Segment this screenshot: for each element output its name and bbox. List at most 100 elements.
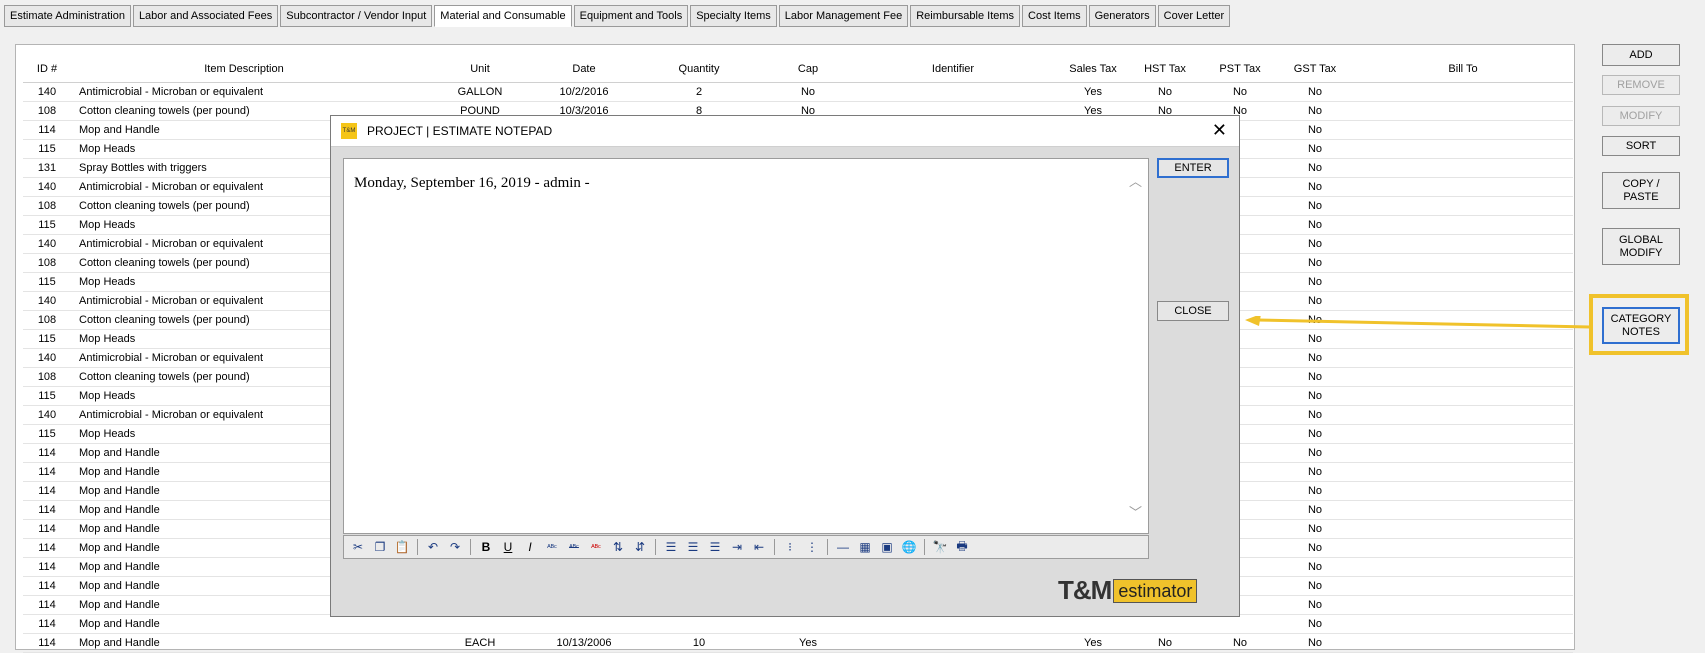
col-cap-header[interactable]: Cap	[783, 56, 833, 82]
cell-gst-tax: No	[1307, 637, 1323, 649]
cell-gst-tax: No	[1307, 371, 1323, 383]
notepad-dialog: T&M PROJECT | ESTIMATE NOTEPAD ✕ Monday,…	[330, 115, 1240, 617]
brand-logo-tm: T&M	[1058, 575, 1112, 605]
cell-date: 10/13/2006	[556, 637, 612, 649]
align-left-icon[interactable]: ☰	[661, 537, 681, 557]
category-notes-label-line1: CATEGORY	[1610, 312, 1672, 325]
strikethrough-icon[interactable]: ᴬᴮᶜ	[564, 537, 584, 557]
cell-gst-tax: No	[1307, 618, 1323, 630]
cell-id: 114	[38, 504, 56, 516]
undo-icon[interactable]: ↶	[423, 537, 443, 557]
cell-gst-tax: No	[1307, 599, 1323, 611]
tab-specialty-items[interactable]: Specialty Items	[690, 5, 777, 27]
category-notes-button[interactable]: CATEGORY NOTES	[1602, 307, 1680, 344]
col-identifier-header[interactable]: Identifier	[883, 56, 1023, 82]
close-button[interactable]: CLOSE	[1157, 301, 1229, 321]
tab-generators[interactable]: Generators	[1088, 5, 1156, 27]
tab-estimate-administration[interactable]: Estimate Administration	[4, 5, 131, 27]
cell-date: 10/2/2016	[559, 86, 609, 98]
cell-id: 115	[38, 276, 56, 288]
cell-gst-tax: No	[1307, 295, 1323, 307]
col-date-header[interactable]: Date	[539, 56, 629, 82]
dialog-titlebar[interactable]: T&M PROJECT | ESTIMATE NOTEPAD ✕	[331, 116, 1239, 147]
col-gst-tax-header[interactable]: GST Tax	[1285, 56, 1345, 82]
cell-hst-tax: No	[1157, 86, 1173, 98]
sort-descending-icon[interactable]: ⇵	[630, 537, 650, 557]
find-icon[interactable]: 🔭	[930, 537, 950, 557]
modify-button[interactable]: MODIFY	[1602, 106, 1680, 126]
col-hst-tax-header[interactable]: HST Tax	[1135, 56, 1195, 82]
bold-icon[interactable]: B	[476, 537, 496, 557]
remove-button[interactable]: REMOVE	[1602, 75, 1680, 95]
cut-icon[interactable]: ✂	[348, 537, 368, 557]
cell-gst-tax: No	[1307, 466, 1323, 478]
horizontal-rule-icon[interactable]: —	[833, 537, 853, 557]
bullet-list-icon[interactable]: ⁝	[780, 537, 800, 557]
cell-id: 114	[38, 523, 56, 535]
underline-icon[interactable]: U	[498, 537, 518, 557]
indent-icon[interactable]: ⇥	[727, 537, 747, 557]
copy-icon[interactable]: ❐	[370, 537, 390, 557]
add-button[interactable]: ADD	[1602, 44, 1680, 66]
tab-labor-and-associated-fees[interactable]: Labor and Associated Fees	[132, 5, 279, 27]
cell-description: Mop and Handle	[79, 618, 160, 630]
table-row[interactable]: 114 Mop and Handle EACH 10/13/2006 10 Yes Yes N…	[23, 634, 1573, 653]
italic-icon[interactable]: I	[520, 537, 540, 557]
spellcheck-icon[interactable]: ᴬᴮᶜ	[542, 537, 562, 557]
numbered-list-icon[interactable]: ⋮	[802, 537, 822, 557]
cell-gst-tax: No	[1307, 276, 1323, 288]
cell-gst-tax: No	[1307, 447, 1323, 459]
col-id-header[interactable]: ID #	[23, 56, 71, 82]
col-sales-tax-header[interactable]: Sales Tax	[1058, 56, 1128, 82]
chevron-up-icon[interactable]: ︿	[1129, 171, 1142, 190]
tab-equipment-and-tools[interactable]: Equipment and Tools	[573, 5, 689, 27]
cell-gst-tax: No	[1307, 428, 1323, 440]
enter-button[interactable]: ENTER	[1157, 158, 1229, 178]
cell-id: 108	[37, 371, 57, 383]
cell-cap: Yes	[799, 637, 817, 649]
tab-cost-items[interactable]: Cost Items	[1022, 5, 1087, 27]
cell-id: 114	[38, 466, 56, 478]
cell-gst-tax: No	[1307, 181, 1323, 193]
sort-button[interactable]: SORT	[1602, 136, 1680, 156]
arrow-head	[1245, 316, 1261, 326]
cell-gst-tax: No	[1307, 485, 1323, 497]
cell-gst-tax: No	[1307, 105, 1323, 117]
redo-icon[interactable]: ↷	[445, 537, 465, 557]
cell-gst-tax: No	[1307, 542, 1323, 554]
cell-id: 115	[38, 333, 56, 345]
outdent-icon[interactable]: ⇤	[749, 537, 769, 557]
paste-icon[interactable]: 📋	[392, 537, 412, 557]
sort-ascending-icon[interactable]: ⇅	[608, 537, 628, 557]
chevron-down-icon[interactable]: ﹀	[1129, 502, 1142, 521]
col-pst-tax-header[interactable]: PST Tax	[1210, 56, 1270, 82]
notepad-content[interactable]: Monday, September 16, 2019 - admin -	[354, 175, 590, 192]
global-modify-button[interactable]: GLOBAL MODIFY	[1602, 228, 1680, 265]
font-color-icon[interactable]: ᴬᴮᶜ	[586, 537, 606, 557]
tab-labor-management-fee[interactable]: Labor Management Fee	[778, 5, 909, 27]
hyperlink-icon[interactable]: 🌐	[899, 537, 919, 557]
table-row[interactable]: 114 Mop and Handle No	[23, 615, 1573, 634]
copy-paste-button[interactable]: COPY / PASTE	[1602, 172, 1680, 209]
tab-material-and-consumable[interactable]: Material and Consumable	[434, 5, 572, 27]
brand-logo: T&M estimator	[1058, 575, 1198, 606]
col-quantity-header[interactable]: Quantity	[669, 56, 729, 82]
col-unit-header[interactable]: Unit	[435, 56, 525, 82]
table-row[interactable]: 140 Antimicrobial - Microban or equivalen…	[23, 83, 1573, 102]
col-description-header[interactable]: Item Description	[79, 56, 409, 82]
align-center-icon[interactable]: ☰	[683, 537, 703, 557]
tab-cover-letter[interactable]: Cover Letter	[1157, 5, 1231, 27]
tab-subcontractor-vendor-input[interactable]: Subcontractor / Vendor Input	[280, 5, 433, 27]
table-icon[interactable]: ▦	[855, 537, 875, 557]
print-icon[interactable]: 🖶	[952, 537, 972, 557]
close-icon[interactable]: ✕	[1212, 121, 1227, 139]
tab-reimbursable-items[interactable]: Reimbursable Items	[910, 5, 1021, 27]
col-bill-to-header[interactable]: Bill To	[1413, 56, 1513, 82]
image-icon[interactable]: ▣	[877, 537, 897, 557]
global-modify-label-line1: GLOBAL	[1618, 233, 1664, 246]
cell-description: Antimicrobial - Microban or equivalent	[79, 86, 264, 98]
cell-id: 114	[38, 580, 56, 592]
notepad-editor[interactable]: Monday, September 16, 2019 - admin - ︿ ﹀	[343, 158, 1149, 534]
align-right-icon[interactable]: ☰	[705, 537, 725, 557]
cell-id: 140	[37, 352, 57, 364]
